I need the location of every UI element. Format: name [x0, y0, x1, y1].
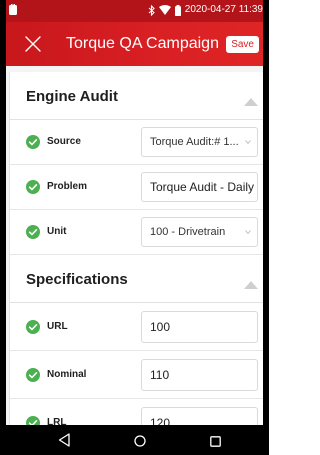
collapse-icon[interactable]	[244, 93, 258, 106]
form-row-url: URL 100	[10, 303, 268, 351]
wifi-icon	[158, 5, 171, 15]
form-content[interactable]: Engine Audit Source Torque Audit:# 1...	[0, 66, 269, 425]
check-circle-icon	[26, 135, 40, 149]
check-circle-icon	[26, 368, 40, 382]
back-icon[interactable]	[58, 433, 70, 447]
check-circle-icon	[26, 320, 40, 334]
field-label: Nominal	[47, 369, 87, 380]
section-header[interactable]: Specifications	[10, 255, 268, 303]
device-bezel-left	[0, 0, 6, 455]
section-title: Specifications	[26, 271, 128, 288]
unit-select[interactable]: 100 - Drivetrain	[141, 217, 258, 247]
collapse-icon[interactable]	[244, 276, 258, 289]
form-row-source: Source Torque Audit:# 1...	[10, 120, 268, 165]
recent-apps-icon[interactable]	[210, 434, 221, 447]
save-button[interactable]: Save	[226, 36, 259, 53]
section-engine-audit: Engine Audit Source Torque Audit:# 1...	[9, 72, 268, 255]
source-value: Torque Audit:# 1...	[150, 136, 239, 148]
field-label: URL	[47, 321, 68, 332]
section-title: Engine Audit	[26, 88, 118, 105]
home-icon[interactable]	[134, 434, 146, 447]
nominal-field[interactable]: 110	[141, 359, 258, 391]
unit-value: 100 - Drivetrain	[150, 226, 226, 238]
lrl-field[interactable]: 120	[141, 407, 258, 425]
url-field[interactable]: 100	[141, 311, 258, 343]
form-row-unit: Unit 100 - Drivetrain	[10, 210, 268, 255]
source-select[interactable]: Torque Audit:# 1...	[141, 127, 258, 157]
form-row-problem: Problem Torque Audit - Daily	[10, 165, 268, 210]
section-specifications: Specifications URL 100 Nominal 110 LRL 1…	[9, 255, 268, 425]
section-header[interactable]: Engine Audit	[10, 72, 268, 120]
page-title: Torque QA Campaign	[66, 35, 219, 52]
device-bezel-right	[263, 0, 269, 455]
navigation-bar	[0, 425, 269, 455]
form-row-lrl: LRL 120	[10, 399, 268, 425]
problem-field[interactable]: Torque Audit - Daily	[141, 172, 258, 202]
field-label: Unit	[47, 226, 67, 237]
battery-icon	[174, 4, 181, 16]
check-circle-icon	[26, 225, 40, 239]
notification-icon	[8, 4, 18, 16]
chevron-down-icon	[245, 140, 251, 144]
bluetooth-icon	[148, 4, 155, 16]
app-bar: Torque QA Campaign Save	[0, 22, 269, 66]
form-row-nominal: Nominal 110	[10, 351, 268, 399]
chevron-down-icon	[245, 230, 251, 234]
close-icon[interactable]	[22, 33, 44, 55]
check-circle-icon	[26, 180, 40, 194]
field-label: Problem	[47, 181, 88, 192]
check-circle-icon	[26, 416, 40, 425]
status-time: 2020-04-27 11:39	[184, 4, 263, 15]
app-screen: 2020-04-27 11:39 Torque QA Campaign Save…	[0, 0, 269, 455]
field-label: LRL	[47, 417, 67, 425]
field-label: Source	[47, 136, 81, 147]
status-bar: 2020-04-27 11:39	[0, 0, 269, 22]
